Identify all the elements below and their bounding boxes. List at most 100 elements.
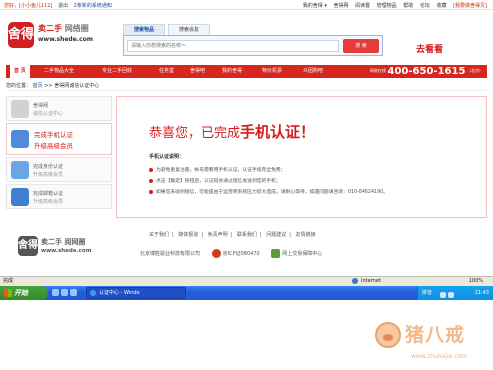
hotline-city: （北京） (467, 68, 483, 73)
top-link-favorite[interactable]: 收藏 (436, 3, 446, 9)
logo-url: www.shede.com (38, 36, 94, 43)
sidebar-item-subtitle: 诚信认证中心 (33, 111, 64, 117)
breadcrumb-current: 舍得网诚信认证中心 (54, 83, 100, 89)
top-link-highlight[interactable]: [我要做舍得贝] (453, 3, 487, 9)
clock[interactable]: 21:43 (475, 286, 489, 300)
trade-safety-link[interactable]: 网上交易保障中心 (282, 251, 322, 257)
nav-item-my-shede[interactable]: 我的舍得 (222, 65, 242, 78)
sidebar-item-email[interactable]: 完成邮箱认证 升级高级会员 (6, 184, 112, 209)
nav-item-home[interactable]: 首 页 (10, 65, 30, 78)
sidebar-item-mobile[interactable]: 完成手机认证 升级高级会员 (6, 123, 112, 155)
footer-logo-url: www.shede.com (41, 248, 92, 254)
top-link-shede[interactable]: 舍得网 (333, 3, 348, 9)
desktop-icon[interactable] (61, 289, 68, 296)
search-box: 搜 索 (123, 35, 383, 56)
sidebar-item-center[interactable]: 舍得网 诚信认证中心 (6, 96, 112, 121)
breadcrumb-home[interactable]: 首页 (33, 83, 43, 89)
browser-status-bar: 完成 Internet 100% (0, 276, 493, 286)
windows-flag-icon (4, 289, 12, 297)
nav-item-flights[interactable]: 特价机票 (262, 65, 282, 78)
instruction-line: 点击【确定】按钮后，认证码会通过短信发送到您的手机； (149, 177, 281, 184)
footer-logo: 舍得 卖二手 阅网圈 www.shede.com (18, 236, 118, 260)
top-link-bar: 您好，[小小鱼儿111] 退出 2条新的系统通知 我的舍得 ▾ 舍得网 阅读置 … (0, 0, 493, 10)
success-headline: 恭喜您，已完成手机认证！ (149, 121, 315, 142)
zhubajie-watermark: 猪八戒 www.zhubajie.com (375, 318, 489, 368)
ie-icon (90, 290, 96, 296)
hotline-number: 400-650-1615 (387, 66, 466, 77)
notice-link[interactable]: 2条新的系统通知 (74, 3, 112, 9)
user-greeting[interactable]: 您好，[小小鱼儿111] (4, 3, 52, 9)
nav-item-recycle[interactable]: 专业二手回收 (102, 65, 132, 78)
watermark-site: www.zhubajie.com (411, 353, 468, 360)
breadcrumb: 您的位置： 首页 >> 舍得网诚信认证中心 (6, 81, 487, 91)
top-link-manage[interactable]: 管理物品 (377, 3, 397, 9)
nav-item-secondhand[interactable]: 二手物品大全 (44, 65, 74, 78)
top-link-read[interactable]: 阅读置 (355, 3, 370, 9)
logo-slogan-grey: 网络圈 (64, 24, 89, 33)
bullet-icon (149, 167, 153, 172)
top-link-my-shede[interactable]: 我的舍得 ▾ (303, 3, 327, 9)
footer-links: 关于我们 | 媒体报道 | 免责声明 | 联系我们 | 问题建议 | 友情链接 (149, 232, 316, 238)
top-link-help[interactable]: 帮助 (403, 3, 413, 9)
footer-link-about[interactable]: 关于我们 (149, 232, 169, 238)
footer-link-media[interactable]: 媒体报道 (178, 232, 198, 238)
sidebar-item-subtitle: 升级高级会员 (34, 142, 73, 150)
instruction-line: 为避免重复注册，帐号需要用手机认证，认证手续完全免费； (149, 166, 286, 173)
network-icon[interactable] (440, 292, 446, 298)
police-badge-icon (211, 249, 221, 258)
footer-link-contact[interactable]: 联系我们 (237, 232, 257, 238)
footer-link-feedback[interactable]: 问题建议 (266, 232, 286, 238)
sidebar-item-subtitle: 升级高级会员 (33, 199, 64, 205)
mobile-phone-icon (11, 130, 29, 148)
quick-launch (52, 289, 82, 297)
media-icon[interactable] (70, 289, 77, 296)
footer-link-friends[interactable]: 友情链接 (295, 232, 315, 238)
top-link-forum[interactable]: 论坛 (420, 3, 430, 9)
icp-number[interactable]: 京ICP证080470 (223, 251, 260, 257)
promo-link[interactable]: 去看看 (416, 42, 443, 55)
search-input[interactable] (127, 40, 339, 52)
bullet-icon (149, 189, 153, 194)
hotline-label: 网易在线 (369, 68, 386, 73)
sidebar-item-title: 舍得网 (33, 103, 49, 109)
breadcrumb-prefix: 您的位置： (6, 83, 32, 89)
sidebar-item-title: 完成手机认证 (34, 131, 73, 139)
sidebar-item-subtitle: 升级高级会员 (33, 172, 64, 178)
instruction-line: 如果您未收到短信，可能是由于运营商系统压力较大造成，请耐心等待。如遇问题请咨询：… (149, 188, 388, 195)
nav-item-bar[interactable]: 舍得吧 (190, 65, 205, 78)
tab-search-items[interactable]: 搜索物品 (123, 24, 165, 35)
browser-window: 您好，[小小鱼儿111] 退出 2条新的系统通知 我的舍得 ▾ 舍得网 阅读置 … (0, 0, 493, 300)
globe-icon (352, 277, 358, 284)
logout-link[interactable]: 退出 (58, 3, 68, 9)
main-panel: 恭喜您，已完成手机认证！ 手机认证说明： 为避免重复注册，帐号需要用手机认证，认… (116, 96, 487, 218)
instructions-title: 手机认证说明： (149, 154, 185, 160)
logo-slogan-red: 卖二手 (38, 24, 62, 33)
volume-icon[interactable] (448, 292, 454, 298)
tab-search-friends[interactable]: 搜索会友 (168, 24, 210, 35)
logo-mark: 舍得 (8, 22, 34, 48)
search-button[interactable]: 搜 索 (343, 39, 379, 53)
id-card-icon (11, 161, 29, 179)
status-text: 完成 (3, 278, 14, 284)
certificate-icon (11, 100, 29, 118)
headline-bold: 手机认证！ (240, 123, 316, 141)
breadcrumb-separator: >> (44, 83, 53, 89)
site-logo[interactable]: 舍得 卖二手 网络圈 www.shede.com (8, 22, 118, 48)
sidebar-item-identity[interactable]: 完成身份认证 升级高级会员 (6, 157, 112, 182)
bullet-icon (149, 178, 153, 183)
pig-mascot-icon (375, 322, 401, 348)
sidebar: 舍得网 诚信认证中心 完成手机认证 升级高级会员 完成身份认证 升级高级会员 完… (6, 96, 112, 218)
nav-item-groupbuy[interactable]: 众团购吧 (303, 65, 323, 78)
footer-info: 北京博胜骏业科技有限公司 京ICP证080470 网上交易保障中心 (140, 249, 322, 261)
browser-icon[interactable] (52, 289, 59, 296)
zoom-level[interactable]: 100% (469, 277, 483, 286)
footer-link-disclaimer[interactable]: 免责声明 (208, 232, 228, 238)
security-zone: Internet (352, 277, 381, 286)
nav-item-tasks[interactable]: 任务堂 (159, 65, 174, 78)
start-button[interactable]: 开始 (0, 286, 48, 300)
envelope-icon (11, 188, 29, 206)
sidebar-item-title: 完成身份认证 (33, 164, 64, 170)
shield-icon (271, 249, 281, 258)
input-method[interactable]: 拼音 (422, 286, 432, 300)
taskbar-window-button[interactable]: 认证中心 - Windo (86, 287, 186, 299)
